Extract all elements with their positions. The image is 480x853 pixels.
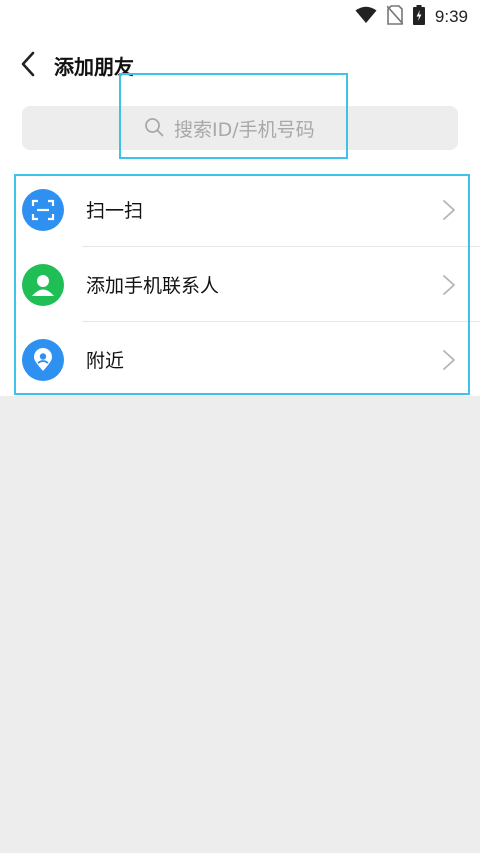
search-icon (144, 117, 164, 141)
wifi-icon (355, 6, 377, 28)
scan-icon (22, 188, 64, 231)
chevron-right-icon (443, 199, 455, 220)
search-input[interactable]: 搜索ID/手机号码 (22, 106, 458, 150)
list-item-phone-contacts[interactable]: 添加手机联系人 (0, 247, 480, 322)
no-sim-icon (386, 5, 404, 29)
list-item-scan[interactable]: 扫一扫 (0, 172, 480, 247)
contact-icon (22, 263, 64, 306)
list-item-label: 添加手机联系人 (86, 275, 220, 297)
back-button[interactable] (14, 50, 42, 78)
status-time: 9:39 (434, 7, 468, 26)
chevron-right-icon (443, 349, 455, 370)
chevron-right-icon (443, 274, 455, 295)
add-friend-options: 扫一扫 添加手机联系人 附近 (0, 172, 480, 397)
header: 添加朋友 (0, 42, 480, 86)
chevron-left-icon (21, 51, 35, 77)
list-item-label: 附近 (86, 350, 125, 372)
page-title: 添加朋友 (54, 55, 134, 79)
list-item-label: 扫一扫 (86, 200, 144, 222)
location-icon (22, 338, 64, 381)
status-bar: 9:39 (0, 0, 480, 34)
battery-charging-icon (412, 5, 425, 29)
list-item-nearby[interactable]: 附近 (0, 322, 480, 397)
search-placeholder: 搜索ID/手机号码 (174, 119, 315, 141)
